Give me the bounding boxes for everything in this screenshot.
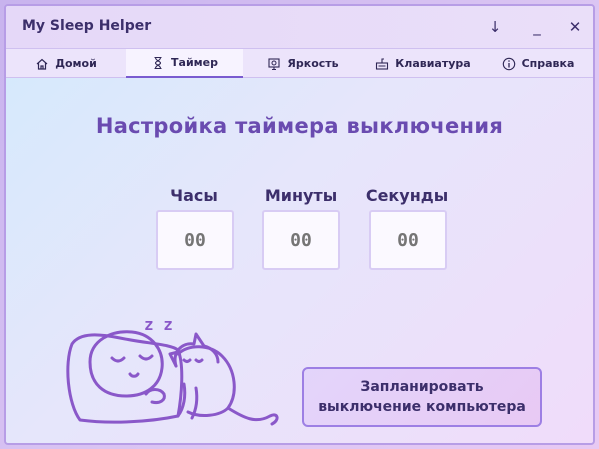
keyboard-icon: [376, 57, 389, 70]
seconds-label: Секунды: [365, 186, 449, 205]
hours-label: Часы: [170, 186, 218, 205]
tab-timer[interactable]: Таймер: [126, 49, 243, 78]
schedule-shutdown-button[interactable]: Запланировать выключение компьютера: [302, 367, 542, 427]
title-bar: My Sleep Helper ↓ _ ✕: [6, 6, 593, 48]
schedule-button-line1: Запланировать: [360, 379, 484, 395]
app-window: My Sleep Helper ↓ _ ✕ Домой Таймер Яркос…: [4, 4, 595, 445]
tab-timer-label: Таймер: [171, 56, 218, 69]
sleep-zz-text: z z: [144, 315, 173, 334]
minimize-button[interactable]: _: [524, 14, 550, 40]
tab-bar: Домой Таймер Яркость Клавиатура Справка: [6, 48, 593, 78]
tab-home-label: Домой: [55, 57, 97, 70]
tab-brightness[interactable]: Яркость: [243, 49, 363, 78]
hours-input[interactable]: [158, 212, 232, 268]
schedule-button-line2: выключение компьютера: [318, 399, 526, 415]
hourglass-icon: [154, 56, 162, 69]
page-title: Настройка таймера выключения: [95, 114, 504, 138]
seconds-field-box: [369, 210, 447, 270]
download-button[interactable]: ↓: [482, 14, 508, 40]
tab-keyboard-label: Клавиатура: [395, 57, 471, 70]
tab-home[interactable]: Домой: [6, 49, 126, 78]
app-title: My Sleep Helper: [22, 18, 152, 34]
hours-field-box: [156, 210, 234, 270]
info-icon: [502, 57, 515, 70]
tab-keyboard[interactable]: Клавиатура: [363, 49, 483, 78]
sleeping-cat-illustration: z z: [66, 315, 279, 426]
minutes-label: Минуты: [264, 186, 338, 205]
seconds-input[interactable]: [371, 212, 445, 268]
close-button[interactable]: ✕: [562, 14, 588, 40]
minutes-input[interactable]: [264, 212, 338, 268]
minutes-field-box: [262, 210, 340, 270]
tab-help[interactable]: Справка: [483, 49, 593, 78]
home-icon: [36, 58, 48, 70]
tab-brightness-label: Яркость: [287, 57, 339, 70]
brightness-icon: [268, 57, 280, 70]
tab-help-label: Справка: [521, 57, 575, 70]
